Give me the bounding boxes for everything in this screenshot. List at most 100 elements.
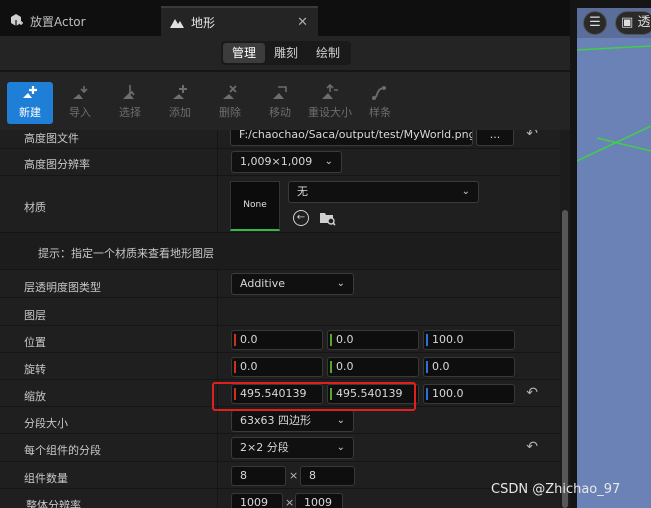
mode-switcher: 管理 雕刻 绘制	[221, 41, 352, 65]
layers-row: 图层	[0, 298, 560, 326]
panel-scrollbar[interactable]	[560, 122, 570, 508]
delete-button[interactable]: 删除	[208, 82, 252, 124]
add-button-label: 添加	[169, 106, 191, 119]
material-row: 材质 None 无 ⌄ ←	[0, 176, 560, 233]
sections-per-component-row: 每个组件的分段 2×2 分段 ⌄ ↶	[0, 434, 560, 462]
chevron-down-icon: ⌄	[336, 278, 345, 289]
select-button[interactable]: 选择	[108, 82, 152, 124]
tab-place-actor[interactable]: 放置Actor	[0, 6, 94, 36]
location-y-input[interactable]: 0.0	[327, 330, 419, 350]
sections-per-component-value: 2×2 分段	[240, 441, 289, 454]
material-dropdown[interactable]: 无 ⌄	[288, 181, 479, 203]
heightmap-resolution-label: 高度图分辨率	[24, 158, 90, 171]
location-z-input[interactable]: 100.0	[423, 330, 515, 350]
delete-button-label: 删除	[219, 106, 241, 119]
import-button[interactable]: 导入	[58, 82, 102, 124]
perspective-view-button[interactable]: ▣ 透	[615, 11, 651, 35]
mode-bar: 管理 雕刻 绘制	[0, 36, 570, 70]
browse-folder-search-icon[interactable]	[319, 210, 337, 226]
layer-blend-type-dropdown[interactable]: Additive ⌄	[231, 273, 354, 295]
move-icon	[273, 86, 287, 99]
import-icon	[73, 86, 88, 99]
import-button-label: 导入	[69, 106, 91, 119]
tab-bar: 放置Actor 地形 ✕	[0, 0, 570, 36]
section-size-label: 分段大小	[24, 417, 68, 430]
component-count-separator: ×	[289, 469, 299, 482]
scale-label: 缩放	[24, 390, 46, 403]
new-button[interactable]: 新建	[7, 82, 53, 124]
add-button[interactable]: 添加	[158, 82, 202, 124]
spline-button-label: 样条	[369, 106, 391, 119]
rotation-z-input[interactable]: 0.0	[423, 357, 515, 377]
new-button-label: 新建	[19, 106, 41, 119]
place-actor-icon	[8, 13, 24, 29]
add-icon	[173, 85, 187, 99]
reset-icon[interactable]: ↶	[526, 385, 538, 401]
chevron-down-icon: ⌄	[336, 442, 345, 453]
location-row: 位置 0.0 0.0 100.0	[0, 326, 560, 353]
heightmap-resolution-value: 1,009×1,009	[240, 155, 313, 168]
mode-sculpt-button[interactable]: 雕刻	[265, 43, 307, 63]
section-size-dropdown[interactable]: 63x63 四边形 ⌄	[231, 410, 354, 432]
resize-button-label: 重设大小	[308, 106, 352, 119]
level-viewport[interactable]	[577, 8, 651, 508]
chevron-down-icon: ⌄	[336, 415, 345, 426]
rotation-y-input[interactable]: 0.0	[327, 357, 419, 377]
chevron-down-icon: ⌄	[461, 186, 470, 197]
rotation-x-input[interactable]: 0.0	[231, 357, 323, 377]
layer-blend-type-label: 层透明度图类型	[24, 281, 101, 294]
cube-icon: ▣	[621, 15, 634, 30]
move-button-label: 移动	[269, 106, 291, 119]
heightmap-resolution-row: 高度图分辨率 1,009×1,009 ⌄	[0, 149, 560, 176]
component-count-x-input[interactable]: 8	[231, 466, 286, 486]
rotation-row: 旋转 0.0 0.0 0.0	[0, 353, 560, 380]
sections-per-component-label: 每个组件的分段	[24, 444, 101, 457]
heightmap-resolution-dropdown[interactable]: 1,009×1,009 ⌄	[231, 151, 342, 173]
watermark-text: CSDN @Zhichao_97	[491, 482, 621, 497]
location-label: 位置	[24, 336, 46, 349]
layer-blend-type-value: Additive	[240, 277, 285, 290]
resize-icon	[322, 84, 338, 99]
rotation-label: 旋转	[24, 363, 46, 376]
material-hint-text: 提示：指定一个材质来查看地形图层	[38, 247, 214, 260]
tab-place-actor-label: 放置Actor	[30, 14, 86, 29]
hamburger-menu-icon[interactable]: ☰	[583, 11, 607, 35]
tab-landscape[interactable]: 地形 ✕	[161, 6, 318, 36]
spline-button[interactable]: 样条	[358, 82, 402, 124]
scale-z-input[interactable]: 100.0	[423, 384, 515, 404]
reset-icon[interactable]: ↶	[526, 439, 538, 455]
section-size-row: 分段大小 63x63 四边形 ⌄	[0, 407, 560, 434]
section-size-value: 63x63 四边形	[240, 414, 312, 427]
heightmap-file-label: 高度图文件	[24, 132, 79, 145]
landscape-properties-panel: 高度图文件 F:/chaochao/Saca/output/test/MyWor…	[0, 122, 560, 508]
scrollbar-thumb[interactable]	[562, 210, 568, 508]
move-button[interactable]: 移动	[258, 82, 302, 124]
material-value: 无	[297, 185, 308, 198]
resize-button[interactable]: 重设大小	[308, 82, 352, 124]
perspective-view-label: 透	[637, 15, 651, 30]
layer-blend-type-row: 层透明度图类型 Additive ⌄	[0, 270, 560, 298]
overall-resolution-label: 整体分辨率	[26, 499, 81, 508]
new-plus-icon	[23, 86, 37, 98]
scale-highlight-box	[212, 382, 416, 411]
material-thumbnail[interactable]: None	[230, 181, 280, 231]
mode-paint-button[interactable]: 绘制	[307, 43, 349, 63]
tool-bar: 新建 导入 选择 添加 删除 移动 重设大小 样条	[0, 72, 570, 130]
component-count-label: 组件数量	[24, 472, 68, 485]
select-icon	[123, 85, 135, 99]
use-selected-arrow-icon[interactable]: ←	[293, 210, 309, 226]
select-button-label: 选择	[119, 106, 141, 119]
overall-resolution-y-input[interactable]: 1009	[295, 493, 343, 508]
component-count-y-input[interactable]: 8	[300, 466, 355, 486]
material-label: 材质	[24, 201, 46, 214]
viewport-grid-lines	[577, 17, 651, 162]
mode-manage-button[interactable]: 管理	[223, 43, 266, 63]
spline-icon	[372, 86, 386, 100]
landscape-icon	[169, 14, 185, 30]
close-icon[interactable]: ✕	[297, 15, 308, 30]
overall-resolution-x-input[interactable]: 1009	[231, 493, 283, 508]
sections-per-component-dropdown[interactable]: 2×2 分段 ⌄	[231, 437, 354, 459]
chevron-down-icon: ⌄	[324, 156, 333, 167]
location-x-input[interactable]: 0.0	[231, 330, 323, 350]
overall-resolution-row: 整体分辨率 1009 × 1009	[0, 489, 560, 508]
